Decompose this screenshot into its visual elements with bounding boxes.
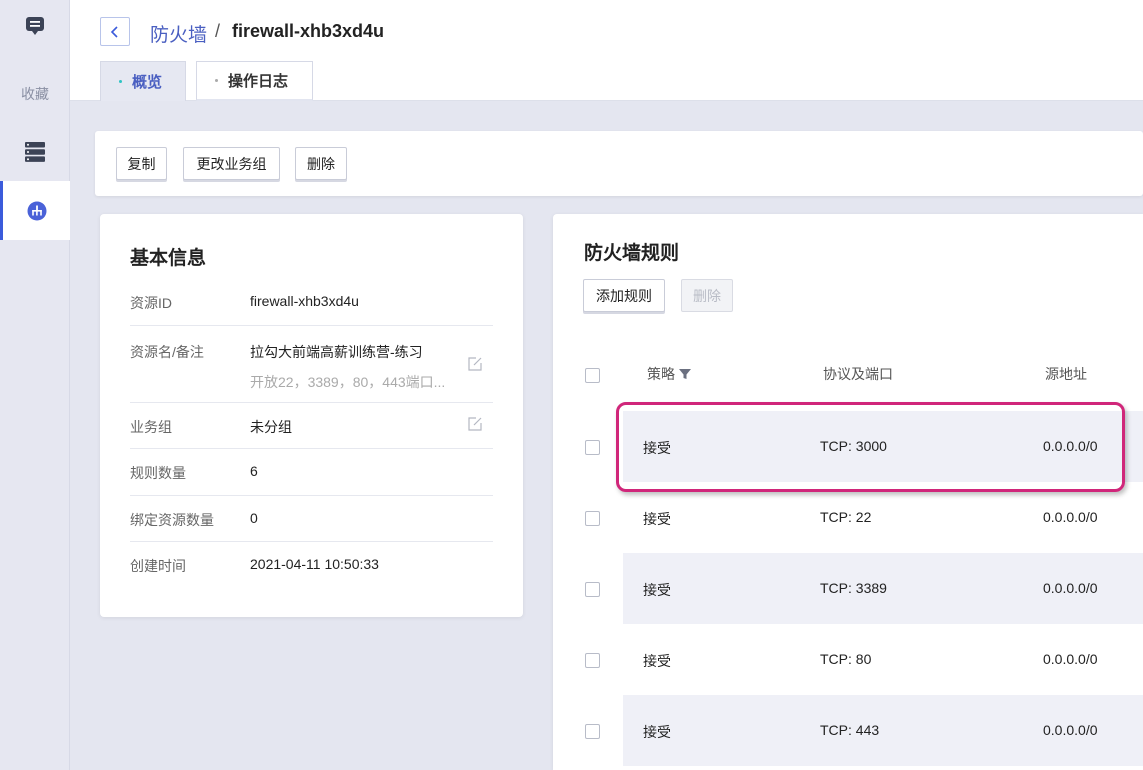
info-row-rule-count: 规则数量 6 bbox=[130, 449, 493, 496]
column-header-source: 源地址 bbox=[1045, 366, 1087, 382]
row-checkbox[interactable] bbox=[585, 511, 600, 526]
action-toolbar: 复制 更改业务组 删除 bbox=[95, 131, 1143, 196]
sidebar-item-label: 收藏 bbox=[21, 86, 49, 102]
firewall-rules-title: 防火墙规则 bbox=[584, 243, 680, 264]
basic-info-card: 基本信息 资源ID firewall-xhb3xd4u 资源名/备注 拉勾大前端… bbox=[100, 214, 523, 617]
row-checkbox[interactable] bbox=[585, 724, 600, 739]
info-row-resource-id: 资源ID firewall-xhb3xd4u bbox=[130, 279, 493, 326]
info-value: 2021-04-11 10:50:33 bbox=[250, 556, 379, 572]
tab-label: 概览 bbox=[132, 74, 163, 91]
server-list-icon bbox=[25, 142, 45, 162]
info-label: 业务组 bbox=[130, 419, 172, 435]
column-header-policy[interactable]: 策略 bbox=[647, 364, 691, 384]
cell-protocol-port: TCP: 80 bbox=[820, 651, 872, 667]
tab-overview[interactable]: 概览 bbox=[100, 61, 186, 101]
cell-source: 0.0.0.0/0 bbox=[1043, 580, 1098, 596]
info-row-business-group: 业务组 未分组 bbox=[130, 403, 493, 449]
info-label: 绑定资源数量 bbox=[130, 512, 214, 528]
tab-operation-log[interactable]: 操作日志 bbox=[196, 61, 313, 101]
cell-policy: 接受 bbox=[643, 440, 671, 456]
select-all-checkbox[interactable] bbox=[585, 368, 600, 383]
edit-icon[interactable] bbox=[467, 416, 483, 432]
page-title: firewall-xhb3xd4u bbox=[232, 21, 385, 41]
sidebar: 收藏 bbox=[0, 0, 70, 770]
sidebar-item-favorites[interactable]: 收藏 bbox=[0, 76, 70, 112]
sidebar-item-chat[interactable] bbox=[0, 8, 70, 44]
firewall-rules-card: 防火墙规则 添加规则 删除 策略 协议及端口 源地址 接受 TCP: 3000 … bbox=[553, 214, 1143, 770]
delete-rule-button[interactable]: 删除 bbox=[681, 279, 733, 312]
row-checkbox[interactable] bbox=[585, 653, 600, 668]
info-label: 资源名/备注 bbox=[130, 344, 204, 360]
info-row-resource-name: 资源名/备注 拉勾大前端高薪训练营-练习 开放22，3389，80，443端口.… bbox=[130, 326, 493, 403]
tab-dot bbox=[119, 80, 122, 83]
sidebar-item-servers[interactable] bbox=[0, 132, 70, 172]
cell-source: 0.0.0.0/0 bbox=[1043, 722, 1098, 738]
filter-icon[interactable] bbox=[678, 368, 691, 380]
cell-source: 0.0.0.0/0 bbox=[1043, 438, 1098, 454]
back-button[interactable] bbox=[100, 17, 130, 46]
delete-button[interactable]: 删除 bbox=[295, 147, 347, 180]
basic-info-title: 基本信息 bbox=[130, 248, 207, 269]
network-icon bbox=[27, 201, 46, 220]
chat-icon bbox=[26, 17, 44, 35]
cell-policy: 接受 bbox=[643, 511, 671, 527]
breadcrumb-firewall-link[interactable]: 防火墙 bbox=[150, 20, 207, 47]
chevron-left-icon bbox=[110, 25, 118, 38]
cell-policy: 接受 bbox=[643, 582, 671, 598]
info-label: 规则数量 bbox=[130, 465, 186, 481]
add-rule-button[interactable]: 添加规则 bbox=[583, 279, 665, 312]
edit-icon[interactable] bbox=[467, 356, 483, 372]
info-row-bound-resources: 绑定资源数量 0 bbox=[130, 496, 493, 542]
info-value: firewall-xhb3xd4u bbox=[250, 293, 359, 309]
tab-label: 操作日志 bbox=[228, 73, 289, 90]
row-checkbox[interactable] bbox=[585, 582, 600, 597]
column-header-protocol-port: 协议及端口 bbox=[823, 366, 893, 382]
info-label: 创建时间 bbox=[130, 558, 186, 574]
info-label: 资源ID bbox=[130, 295, 172, 311]
info-value: 0 bbox=[250, 510, 258, 526]
copy-button[interactable]: 复制 bbox=[116, 147, 167, 180]
tab-dot bbox=[215, 79, 218, 82]
cell-policy: 接受 bbox=[643, 653, 671, 669]
cell-source: 0.0.0.0/0 bbox=[1043, 651, 1098, 667]
cell-protocol-port: TCP: 22 bbox=[820, 509, 872, 525]
change-group-button[interactable]: 更改业务组 bbox=[183, 147, 280, 180]
column-header-label: 策略 bbox=[647, 366, 675, 382]
cell-policy: 接受 bbox=[643, 724, 671, 740]
page-header: 防火墙 / firewall-xhb3xd4u 概览 操作日志 bbox=[70, 0, 1143, 101]
cell-protocol-port: TCP: 3389 bbox=[820, 580, 887, 596]
info-note: 开放22，3389，80，443端口... bbox=[250, 374, 446, 390]
sidebar-item-network[interactable] bbox=[0, 181, 70, 240]
breadcrumb-separator: / bbox=[215, 21, 221, 41]
info-row-created-time: 创建时间 2021-04-11 10:50:33 bbox=[130, 542, 493, 588]
info-value: 未分组 bbox=[250, 419, 292, 435]
cell-source: 0.0.0.0/0 bbox=[1043, 509, 1098, 525]
info-value: 拉勾大前端高薪训练营-练习 bbox=[250, 344, 423, 360]
cell-protocol-port: TCP: 3000 bbox=[820, 438, 887, 454]
cell-protocol-port: TCP: 443 bbox=[820, 722, 880, 738]
info-value: 6 bbox=[250, 463, 258, 479]
row-checkbox[interactable] bbox=[585, 440, 600, 455]
